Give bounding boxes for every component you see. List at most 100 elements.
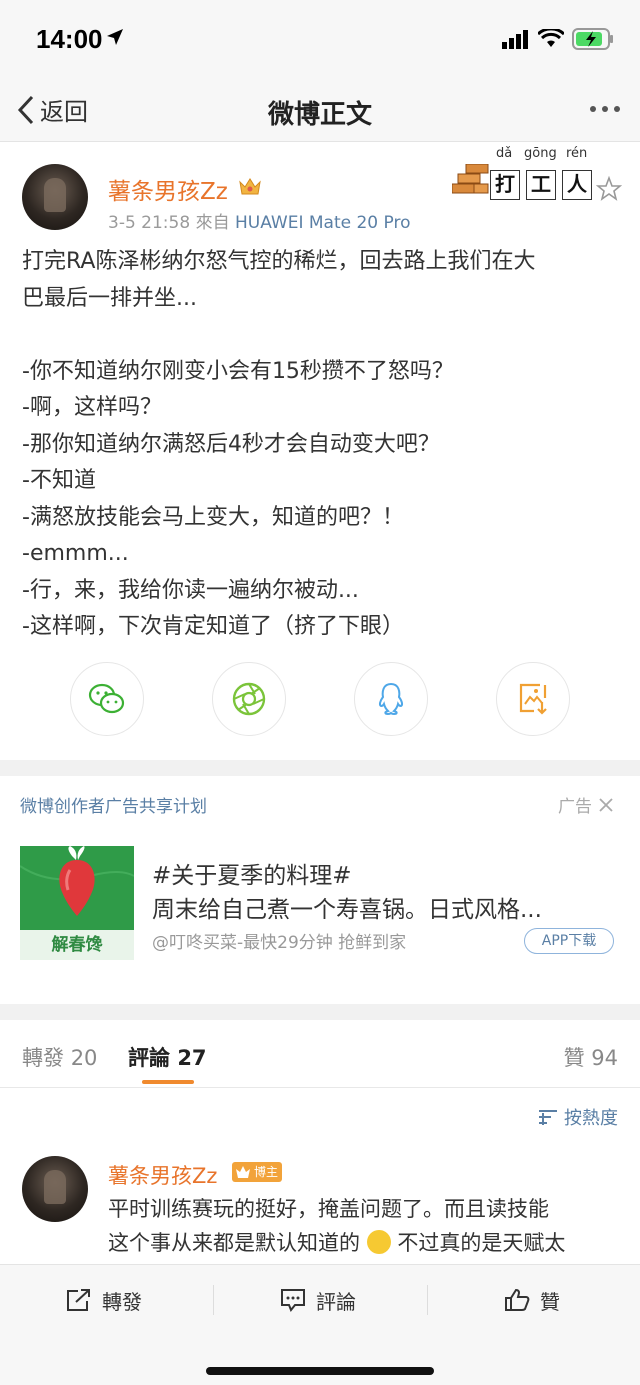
badge-char-da: 打 bbox=[490, 170, 520, 200]
comment-tabs: 轉發 20 評論 27 贊 94 bbox=[0, 1020, 640, 1088]
share-wechat-button[interactable] bbox=[70, 662, 144, 736]
ad-title[interactable]: #关于夏季的料理# bbox=[152, 856, 352, 890]
author-name[interactable]: 薯条男孩Zz bbox=[108, 172, 228, 206]
status-bar: 14:00 bbox=[0, 0, 640, 78]
post-meta: 3-5 21:58 來自 HUAWEI Mate 20 Pro bbox=[108, 208, 411, 233]
ad-source[interactable]: @叮咚买菜-最快29分钟 抢鲜到家 bbox=[152, 928, 406, 953]
post-source[interactable]: HUAWEI Mate 20 Pro bbox=[235, 213, 411, 233]
tab-likes-count: 94 bbox=[591, 1046, 618, 1070]
signal-icon bbox=[502, 30, 528, 49]
brick-wall-icon bbox=[452, 164, 489, 194]
sort-label: 按熱度 bbox=[564, 1108, 618, 1129]
wechat-icon bbox=[88, 683, 125, 714]
moments-icon bbox=[232, 682, 266, 716]
tab-repost[interactable]: 轉發 20 bbox=[22, 1042, 97, 1072]
comment-author[interactable]: 薯条男孩Zz bbox=[108, 1160, 217, 1190]
comment-avatar[interactable] bbox=[22, 1156, 88, 1222]
post-line: -那你知道纳尔满怒后4秒才会自动变大吧？ bbox=[22, 431, 440, 457]
thumbs-up-icon bbox=[505, 1288, 530, 1311]
post-line: 打完RA陈泽彬纳尔怒气控的稀烂，回去路上我们在大 bbox=[22, 249, 536, 274]
tab-comments[interactable]: 評論 27 bbox=[128, 1042, 207, 1072]
page-title: 微博正文 bbox=[267, 100, 372, 130]
source-prefix: 來自 bbox=[195, 213, 230, 233]
ad-tag-label: 广告 bbox=[558, 797, 592, 817]
post-line bbox=[22, 317, 622, 354]
battery-icon bbox=[572, 28, 613, 50]
save-image-icon bbox=[519, 683, 547, 715]
post-header: 薯条男孩Zz 3-5 21:58 來自 HUAWEI Mate 20 Pro d… bbox=[0, 142, 640, 242]
author-avatar[interactable] bbox=[22, 164, 88, 230]
post-date: 3-5 21:58 bbox=[108, 213, 191, 233]
comment-line-part: 不过真的是天赋太 bbox=[397, 1231, 566, 1255]
ad-card[interactable]: 微博创作者广告共享计划 广告 解春馋 #关于夏季的料理# 周末给自己煮一个寿喜锅… bbox=[0, 776, 640, 1004]
repost-icon bbox=[67, 1289, 90, 1311]
section-separator bbox=[0, 1004, 640, 1020]
crown-badge-icon bbox=[236, 1166, 250, 1178]
post-line: -emmm... bbox=[22, 541, 129, 566]
comment-item: 薯条男孩Zz 博主 平时训练赛玩的挺好，掩盖问题了。而且读技能 这个事从来都是默… bbox=[0, 1148, 640, 1264]
favorite-star-icon[interactable] bbox=[596, 176, 622, 202]
badge-char-gong: 工 bbox=[526, 170, 556, 200]
pinyin-gong: gōng bbox=[524, 146, 557, 161]
comment-icon bbox=[281, 1289, 305, 1312]
share-qq-button[interactable] bbox=[354, 662, 428, 736]
post-line: -这样啊，下次肯定知道了（挤了下眼） bbox=[22, 614, 404, 639]
crown-badge-icon bbox=[239, 178, 261, 195]
post-line: -你不知道纳尔刚变小会有15秒攒不了怒吗？ bbox=[22, 358, 454, 384]
badge-char-ren: 人 bbox=[562, 170, 592, 200]
ad-description[interactable]: 周末给自己煮一个寿喜锅。日式风格... bbox=[152, 890, 622, 924]
repost-label: 轉發 bbox=[102, 1289, 142, 1314]
comment-text: 平时训练赛玩的挺好，掩盖问题了。而且读技能 这个事从来都是默认知道的 不过真的是… bbox=[108, 1192, 624, 1260]
more-button[interactable] bbox=[590, 106, 620, 112]
location-arrow-icon bbox=[107, 29, 123, 45]
ad-tag[interactable]: 广告 bbox=[558, 792, 614, 817]
ad-header[interactable]: 微博创作者广告共享计划 bbox=[20, 792, 207, 817]
status-time: 14:00 bbox=[36, 24, 103, 54]
ad-thumb-label: 解春馋 bbox=[20, 930, 134, 960]
post-body: 打完RA陈泽彬纳尔怒气控的稀烂，回去路上我们在大 巴最后一排并坐... -你不知… bbox=[22, 244, 622, 646]
like-button[interactable]: 贊 bbox=[504, 1285, 560, 1315]
post-line: -不知道 bbox=[22, 468, 96, 493]
close-icon[interactable] bbox=[598, 797, 614, 813]
pinyin-da: dǎ bbox=[496, 146, 513, 161]
active-tab-indicator bbox=[142, 1080, 194, 1084]
save-image-button[interactable] bbox=[496, 662, 570, 736]
status-indicators bbox=[502, 28, 614, 50]
post-line: 巴最后一排并坐... bbox=[22, 285, 197, 311]
like-label: 贊 bbox=[540, 1289, 560, 1314]
tab-repost-label: 轉發 bbox=[22, 1046, 64, 1070]
more-dot bbox=[590, 106, 596, 112]
share-row bbox=[0, 660, 640, 740]
qq-icon bbox=[378, 682, 404, 716]
worker-badge: dǎ gōng rén 打 工 人 bbox=[452, 146, 622, 206]
ad-thumbnail[interactable]: 解春馋 bbox=[20, 846, 134, 960]
app-download-button[interactable]: APP下载 bbox=[524, 928, 614, 954]
wifi-icon bbox=[538, 29, 564, 47]
repost-button[interactable]: 轉發 bbox=[66, 1285, 142, 1315]
tab-repost-count: 20 bbox=[70, 1046, 98, 1070]
comment-line-2: 这个事从来都是默认知道的 不过真的是天赋太 bbox=[108, 1226, 624, 1260]
home-indicator bbox=[206, 1367, 434, 1375]
comment-line-part: 这个事从来都是默认知道的 bbox=[108, 1231, 360, 1255]
divider bbox=[427, 1285, 428, 1315]
share-moments-button[interactable] bbox=[212, 662, 286, 736]
bottom-action-bar: 轉發 評論 贊 bbox=[0, 1264, 640, 1385]
pinyin-ren: rén bbox=[566, 146, 588, 161]
post-line: -行，来，我给你读一遍纳尔被动... bbox=[22, 577, 359, 603]
comment-button[interactable]: 評論 bbox=[280, 1285, 356, 1315]
radish-icon bbox=[20, 846, 134, 916]
sort-icon bbox=[539, 1110, 557, 1125]
post-line: -满怒放技能会马上变大，知道的吧？！ bbox=[22, 504, 404, 530]
comment-label: 評論 bbox=[316, 1289, 356, 1314]
nav-bar: 返回 微博正文 bbox=[0, 78, 640, 142]
laughing-emoji-icon bbox=[366, 1230, 391, 1254]
tab-likes[interactable]: 贊 94 bbox=[564, 1042, 618, 1072]
more-dot bbox=[602, 106, 608, 112]
author-badge-label: 博主 bbox=[254, 1165, 279, 1179]
section-separator bbox=[0, 760, 640, 776]
tab-comments-label: 評論 bbox=[128, 1046, 170, 1070]
author-badge: 博主 bbox=[232, 1162, 283, 1182]
sort-by-hot-button[interactable]: 按熱度 bbox=[538, 1104, 618, 1130]
tab-comments-count: 27 bbox=[177, 1046, 207, 1070]
more-dot bbox=[614, 106, 620, 112]
